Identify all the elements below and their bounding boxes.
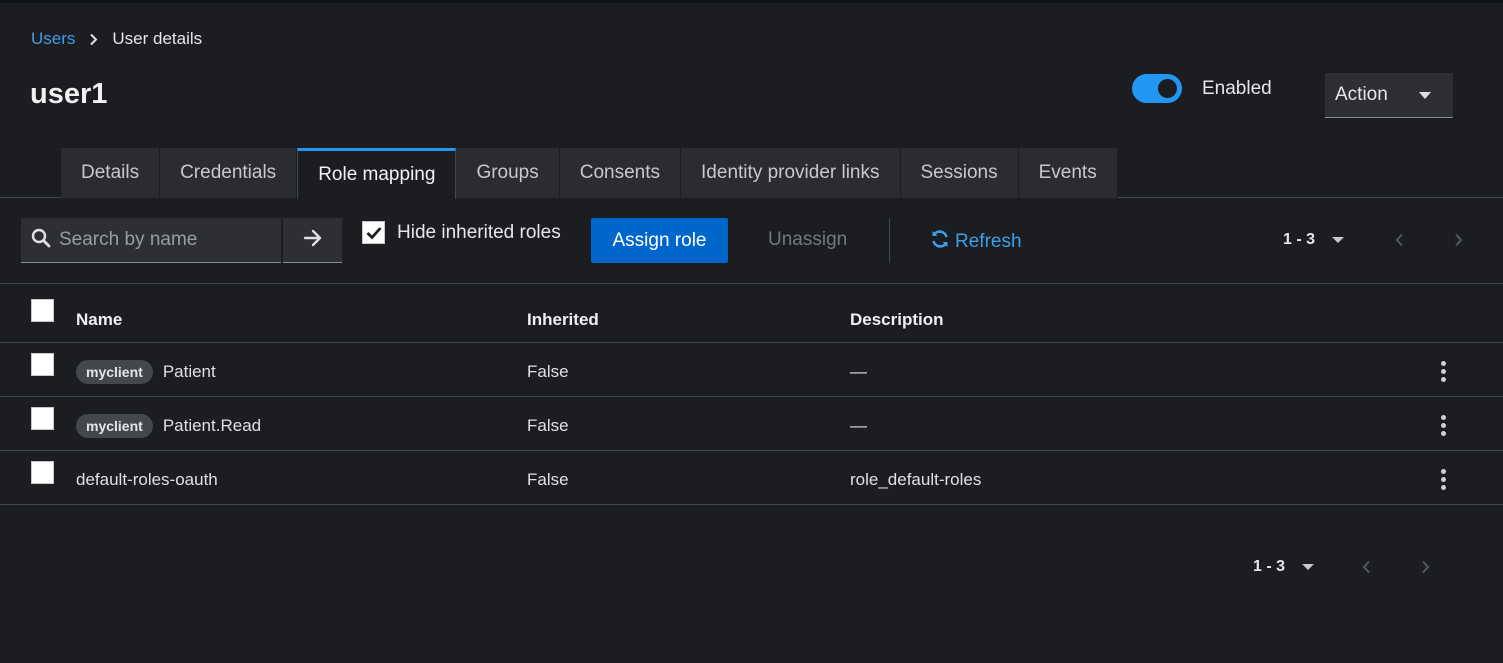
checkmark-icon bbox=[366, 226, 382, 240]
enabled-label: Enabled bbox=[1202, 78, 1272, 99]
table-row-divider bbox=[0, 396, 1503, 397]
chevron-right-icon[interactable] bbox=[1419, 557, 1431, 577]
column-header-description: Description bbox=[850, 310, 944, 329]
toolbar-divider-line bbox=[0, 283, 1503, 284]
chevron-left-icon[interactable] bbox=[1393, 230, 1405, 250]
toggle-knob bbox=[1158, 79, 1177, 98]
role-name: Patient bbox=[162, 362, 216, 381]
tab-groups[interactable]: Groups bbox=[456, 148, 560, 198]
row-actions-kebab-icon[interactable] bbox=[1433, 412, 1453, 438]
search-icon bbox=[31, 228, 51, 253]
table-cell-description: — bbox=[850, 416, 867, 435]
role-name: Patient.Read bbox=[162, 416, 262, 435]
client-badge: myclient bbox=[76, 360, 153, 384]
chevron-right-icon[interactable] bbox=[1452, 230, 1464, 250]
tab-bar: Details Credentials Role mapping Groups … bbox=[61, 148, 1118, 199]
arrow-right-icon bbox=[303, 229, 323, 252]
chevron-left-icon[interactable] bbox=[1360, 557, 1372, 577]
pagination-range[interactable]: 1 - 3 bbox=[1253, 558, 1285, 576]
table-cell-name: myclient Patient.Read bbox=[76, 414, 261, 438]
breadcrumb-current: User details bbox=[112, 29, 203, 48]
window-top-border bbox=[0, 0, 1503, 3]
hide-inherited-checkbox[interactable] bbox=[362, 221, 385, 244]
caret-down-icon bbox=[1419, 92, 1431, 99]
action-dropdown-label: Action bbox=[1335, 84, 1388, 105]
tab-sessions[interactable]: Sessions bbox=[900, 148, 1019, 198]
toolbar-divider bbox=[889, 218, 890, 263]
client-badge: myclient bbox=[76, 414, 153, 438]
hide-inherited-label: Hide inherited roles bbox=[397, 221, 561, 243]
refresh-label: Refresh bbox=[955, 231, 1022, 252]
table-cell-inherited: False bbox=[527, 470, 569, 489]
row-checkbox[interactable] bbox=[31, 461, 54, 484]
table-cell-inherited: False bbox=[527, 416, 569, 435]
action-dropdown[interactable]: Action bbox=[1325, 73, 1453, 118]
breadcrumb-users-link[interactable]: Users bbox=[31, 29, 75, 49]
table-row-divider bbox=[0, 504, 1503, 505]
caret-down-icon[interactable] bbox=[1332, 237, 1345, 243]
pagination-range[interactable]: 1 - 3 bbox=[1283, 231, 1315, 249]
tab-credentials[interactable]: Credentials bbox=[160, 148, 298, 198]
unassign-button[interactable]: Unassign bbox=[768, 229, 847, 251]
table-cell-inherited: False bbox=[527, 362, 569, 381]
select-all-checkbox[interactable] bbox=[31, 299, 54, 322]
search-input[interactable] bbox=[59, 229, 259, 251]
hide-inherited-roles: Hide inherited roles bbox=[362, 221, 561, 244]
column-header-name[interactable]: Name bbox=[76, 310, 122, 330]
tab-consents[interactable]: Consents bbox=[559, 148, 682, 198]
row-actions-kebab-icon[interactable] bbox=[1433, 466, 1453, 492]
refresh-icon bbox=[930, 229, 955, 255]
table-row-divider bbox=[0, 450, 1503, 451]
chevron-right-icon bbox=[89, 33, 98, 46]
refresh-button[interactable]: Refresh bbox=[930, 229, 1022, 255]
table-cell-description: — bbox=[850, 362, 867, 381]
table-cell-name: default-roles-oauth bbox=[76, 468, 218, 492]
column-header-inherited: Inherited bbox=[527, 310, 599, 329]
row-checkbox[interactable] bbox=[31, 353, 54, 376]
role-name: default-roles-oauth bbox=[76, 470, 218, 489]
table-row-divider bbox=[0, 342, 1503, 343]
search-submit-button[interactable] bbox=[283, 218, 342, 263]
table-cell-description: role_default-roles bbox=[850, 470, 982, 489]
assign-role-button[interactable]: Assign role bbox=[591, 218, 728, 263]
row-actions-kebab-icon[interactable] bbox=[1433, 358, 1453, 384]
page-title: user1 bbox=[30, 78, 108, 110]
pagination-bottom: 1 - 3 bbox=[1253, 555, 1431, 579]
row-checkbox[interactable] bbox=[31, 407, 54, 430]
tab-events[interactable]: Events bbox=[1018, 148, 1118, 198]
tab-details[interactable]: Details bbox=[61, 148, 161, 198]
tab-role-mapping[interactable]: Role mapping bbox=[297, 148, 457, 199]
table-cell-name: myclient Patient bbox=[76, 360, 216, 384]
search-box bbox=[21, 218, 281, 263]
tab-identity-provider-links[interactable]: Identity provider links bbox=[681, 148, 901, 198]
enabled-toggle[interactable] bbox=[1132, 74, 1182, 103]
pagination-top: 1 - 3 bbox=[1283, 228, 1464, 252]
breadcrumb: Users User details bbox=[31, 29, 202, 49]
caret-down-icon[interactable] bbox=[1302, 564, 1315, 570]
